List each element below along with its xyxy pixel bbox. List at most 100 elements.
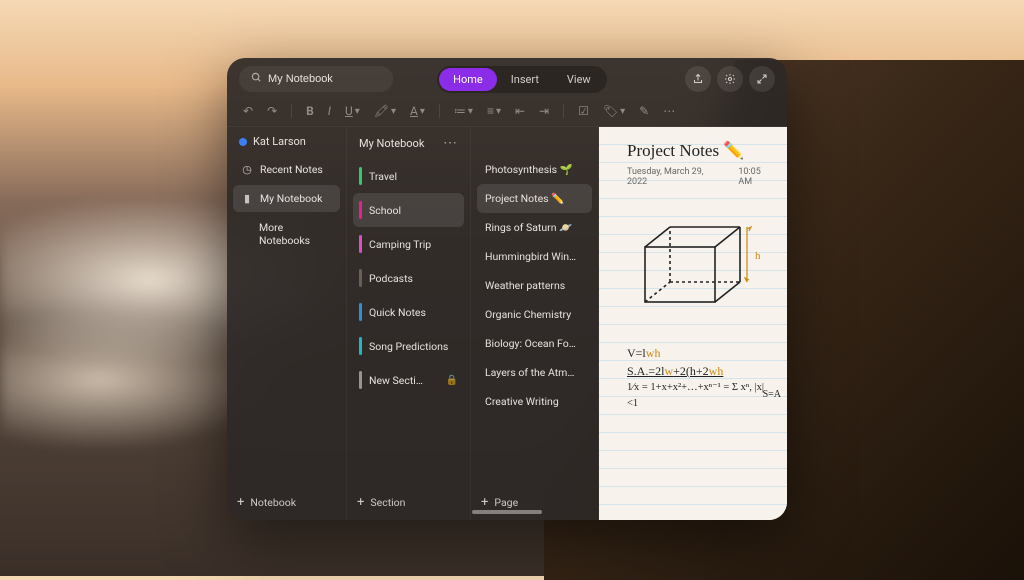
lock-icon: 🔒 — [446, 375, 458, 386]
font-color-button[interactable]: A▾ — [410, 104, 425, 118]
section-item[interactable]: Travel — [353, 159, 464, 193]
checkbox-button[interactable]: ☑ — [578, 104, 589, 118]
page-item[interactable]: Photosynthesis 🌱 — [477, 155, 592, 184]
section-color-swatch — [359, 167, 362, 185]
section-color-swatch — [359, 371, 362, 389]
notebooks-column: Kat Larson ◷ Recent Notes ▮ My Notebook … — [227, 127, 347, 520]
note-time: 10:05 AM — [738, 167, 773, 187]
undo-button[interactable]: ↶ — [243, 104, 253, 118]
title-actions — [685, 66, 775, 92]
tag-button[interactable]: 🏷▾ — [603, 104, 625, 118]
add-notebook-button[interactable]: + Notebook — [227, 485, 346, 520]
pages-list: Photosynthesis 🌱Project Notes ✏️Rings of… — [471, 155, 598, 485]
notebook-title-header: My Notebook ⋯ — [347, 127, 470, 159]
add-notebook-label: Notebook — [250, 496, 296, 509]
pages-header — [471, 127, 598, 155]
section-item[interactable]: School — [353, 193, 464, 227]
note-title[interactable]: Project Notes ✏️ — [627, 141, 773, 161]
section-label: Camping Trip — [369, 238, 431, 251]
sidebar-item-recent[interactable]: ◷ Recent Notes — [233, 156, 340, 183]
note-formulas: V=lwh S.A.=2lw+2(h+2wh 1⁄x = 1+x+x²+…+xⁿ… — [627, 344, 773, 412]
clock-icon: ◷ — [241, 163, 253, 176]
settings-button[interactable] — [717, 66, 743, 92]
sections-column: My Notebook ⋯ Travel School Camping Trip Po… — [347, 127, 471, 520]
page-item[interactable]: Weather patterns — [477, 271, 592, 300]
add-page-label: Page — [494, 496, 518, 509]
plus-icon: + — [357, 495, 364, 510]
ribbon-tabs: Home Insert View — [437, 66, 607, 93]
section-label: New Secti… — [369, 374, 423, 387]
formula-surface-area: S.A.=2lw+2(h+2wh — [627, 362, 773, 380]
section-color-swatch — [359, 303, 362, 321]
section-item[interactable]: Quick Notes — [353, 295, 464, 329]
app-window: Home Insert View ↶ ↷ B I U▾ 🖍▾ A▾ ≔▾ ≡▾ … — [227, 58, 787, 520]
section-label: Song Predictions — [369, 340, 448, 353]
section-item[interactable]: New Secti… 🔒 — [353, 363, 464, 397]
notebook-title: My Notebook — [359, 137, 424, 150]
section-color-swatch — [359, 201, 362, 219]
home-indicator — [472, 510, 542, 514]
section-color-swatch — [359, 269, 362, 287]
page-item[interactable]: Creative Writing — [477, 387, 592, 416]
section-color-swatch — [359, 235, 362, 253]
indent-button[interactable]: ⇥ — [539, 104, 549, 118]
note-date: Tuesday, March 29, 2022 — [627, 167, 716, 187]
page-item[interactable]: Rings of Saturn 🪐 — [477, 213, 592, 242]
section-item[interactable]: Camping Trip — [353, 227, 464, 261]
content-area: Kat Larson ◷ Recent Notes ▮ My Notebook … — [227, 127, 787, 520]
add-section-label: Section — [370, 496, 405, 509]
bold-button[interactable]: B — [306, 104, 314, 118]
formula-side-note: S=A — [763, 389, 781, 400]
cube-drawing: h — [635, 217, 773, 320]
add-page-button[interactable]: + Page — [471, 485, 598, 520]
redo-button[interactable]: ↷ — [267, 104, 277, 118]
pages-column: Photosynthesis 🌱Project Notes ✏️Rings of… — [471, 127, 599, 520]
share-button[interactable] — [685, 66, 711, 92]
formula-series: 1⁄x = 1+x+x²+…+xⁿ⁻¹ = Σ xⁿ, |x|<1 — [627, 380, 773, 412]
user-avatar — [239, 138, 247, 146]
search-box[interactable] — [239, 66, 393, 92]
plus-icon: + — [237, 495, 244, 510]
note-canvas[interactable]: Project Notes ✏️ Tuesday, March 29, 2022… — [599, 127, 787, 520]
page-item[interactable]: Hummingbird Win… — [477, 242, 592, 271]
sections-list: Travel School Camping Trip Podcasts Quick No… — [347, 159, 470, 485]
tab-insert[interactable]: Insert — [497, 68, 553, 91]
sidebar-item-label: Recent Notes — [260, 163, 323, 176]
italic-button[interactable]: I — [328, 104, 331, 118]
draw-button[interactable]: ✎ — [639, 104, 649, 118]
section-label: Travel — [369, 170, 397, 183]
sidebar-item-notebook[interactable]: ▮ My Notebook — [233, 185, 340, 212]
sidebar-item-label: More Notebooks — [259, 221, 332, 247]
more-tools-button[interactable]: ⋯ — [663, 104, 675, 118]
page-item[interactable]: Project Notes ✏️ — [477, 184, 592, 213]
user-header[interactable]: Kat Larson — [227, 127, 346, 156]
search-icon — [251, 72, 262, 86]
tab-home[interactable]: Home — [439, 68, 497, 91]
section-label: Quick Notes — [369, 306, 426, 319]
notebook-icon: ▮ — [241, 192, 253, 205]
highlight-button[interactable]: 🖍▾ — [374, 104, 396, 118]
formatting-toolbar: ↶ ↷ B I U▾ 🖍▾ A▾ ≔▾ ≡▾ ⇤ ⇥ ☑ 🏷▾ ✎ ⋯ — [227, 100, 787, 127]
formula-volume: V=lwh — [627, 344, 773, 362]
section-item[interactable]: Podcasts — [353, 261, 464, 295]
expand-button[interactable] — [749, 66, 775, 92]
page-item[interactable]: Organic Chemistry — [477, 300, 592, 329]
section-item[interactable]: Song Predictions — [353, 329, 464, 363]
sidebar-item-more[interactable]: More Notebooks — [233, 214, 340, 254]
numbered-list-button[interactable]: ≡▾ — [487, 104, 501, 118]
outdent-button[interactable]: ⇤ — [515, 104, 525, 118]
notebook-more-button[interactable]: ⋯ — [443, 135, 458, 151]
cube-height-label: h — [755, 250, 761, 262]
sidebar-item-label: My Notebook — [260, 192, 322, 205]
page-item[interactable]: Layers of the Atm… — [477, 358, 592, 387]
section-label: Podcasts — [369, 272, 413, 285]
user-name: Kat Larson — [253, 135, 306, 148]
add-section-button[interactable]: + Section — [347, 485, 470, 520]
page-item[interactable]: Biology: Ocean Fo… — [477, 329, 592, 358]
search-input[interactable] — [268, 73, 410, 85]
tab-view[interactable]: View — [553, 68, 605, 91]
titlebar: Home Insert View — [227, 58, 787, 100]
bullet-list-button[interactable]: ≔▾ — [454, 104, 473, 118]
underline-button[interactable]: U▾ — [345, 104, 360, 118]
plus-icon: + — [481, 495, 488, 510]
